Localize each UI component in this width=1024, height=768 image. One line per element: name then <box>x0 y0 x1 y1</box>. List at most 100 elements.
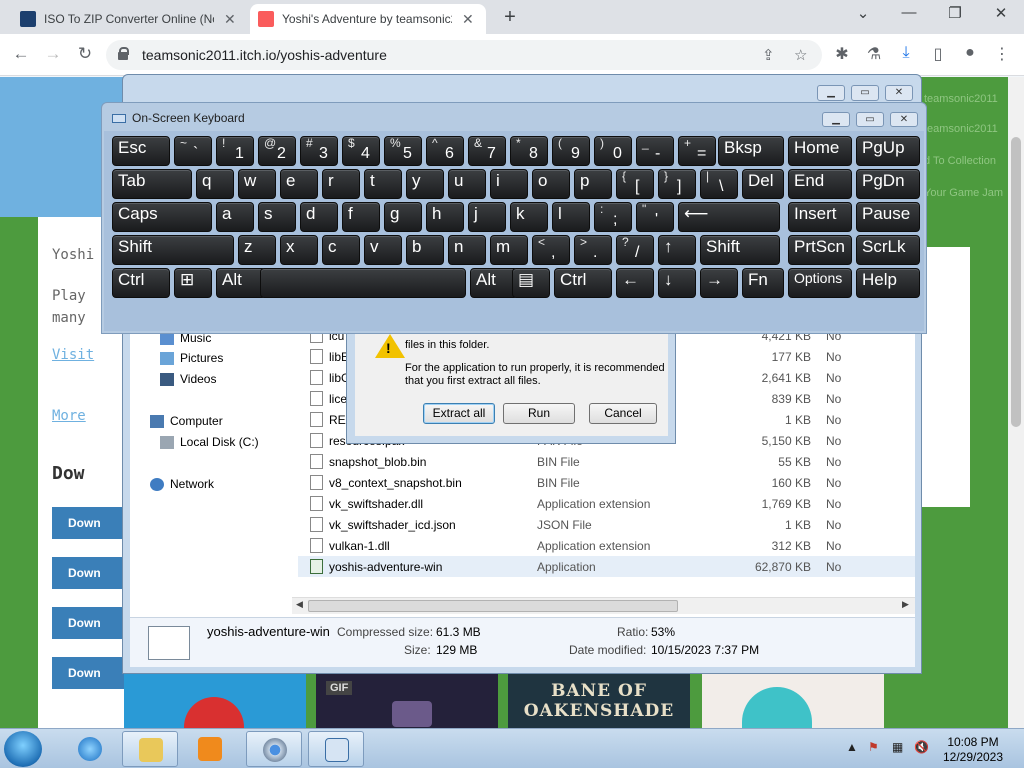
osk-key-key-4-7[interactable]: ← <box>616 268 654 298</box>
game-jam-link[interactable]: Your Game Jam <box>924 187 1003 199</box>
address-bar[interactable]: teamsonic2011.itch.io/yoshis-adventure ⇪… <box>106 40 822 70</box>
nav-item-pictures[interactable]: Pictures <box>160 351 223 365</box>
creator-link[interactable]: teamsonic2011 <box>924 93 998 105</box>
osk-key-key-4-9[interactable]: → <box>700 268 738 298</box>
osk-key-d[interactable]: d <box>300 202 338 232</box>
osk-key-insert[interactable]: Insert <box>788 202 852 232</box>
file-row[interactable]: v8_context_snapshot.bin BIN File 160 KB … <box>298 472 915 493</box>
scroll-left-arrow-icon[interactable]: ◀ <box>296 599 303 610</box>
osk-key-options[interactable]: Options <box>788 268 852 298</box>
osk-key-key-4-8[interactable]: ↓ <box>658 268 696 298</box>
bookmark-star-icon[interactable]: ☆ <box>794 46 807 64</box>
lab-icon[interactable]: ⚗ <box>862 44 886 64</box>
network-status-icon[interactable]: ▦ <box>892 740 903 754</box>
osk-key-h[interactable]: h <box>426 202 464 232</box>
osk-key-help[interactable]: Help <box>856 268 920 298</box>
osk-maximize-button[interactable]: ▭ <box>856 112 884 127</box>
close-icon[interactable]: ✕ <box>224 11 236 28</box>
file-row[interactable]: vk_swiftshader_icd.json JSON File 1 KB N… <box>298 514 915 535</box>
osk-key-key-3-11[interactable]: ↑ <box>658 235 696 265</box>
osk-key-tab[interactable]: Tab <box>112 169 192 199</box>
download-icon[interactable]: ⤓ <box>894 44 918 62</box>
osk-key-b[interactable]: b <box>406 235 444 265</box>
extract-all-button[interactable]: Extract all <box>423 403 495 424</box>
osk-key-ctrl[interactable]: Ctrl <box>112 268 170 298</box>
osk-key-e[interactable]: e <box>280 169 318 199</box>
osk-key-del[interactable]: Del <box>742 169 784 199</box>
game-thumbnail-2[interactable]: GIF <box>316 673 498 728</box>
osk-key-t[interactable]: t <box>364 169 402 199</box>
osk-key-scrlk[interactable]: ScrLk <box>856 235 920 265</box>
close-icon[interactable]: ✕ <box>462 11 474 28</box>
osk-key-m[interactable]: m <box>490 235 528 265</box>
osk-key-k[interactable]: k <box>510 202 548 232</box>
game-thumbnail-3[interactable]: BANE OF OAKENSHADE <box>508 673 690 728</box>
more-link[interactable]: More <box>52 408 86 424</box>
osk-key-pgup[interactable]: PgUp <box>856 136 920 166</box>
nav-item-computer[interactable]: Computer <box>150 414 223 428</box>
tab-yoshis-adventure[interactable]: Yoshi's Adventure by teamsonic2 ✕ <box>250 4 486 34</box>
download-button-1[interactable]: Down <box>52 507 132 539</box>
run-button[interactable]: Run <box>503 403 575 424</box>
osk-key-key-0-12[interactable]: _ - <box>636 136 674 166</box>
side-panel-icon[interactable]: ▯ <box>926 44 950 64</box>
share-icon[interactable]: ⇪ <box>762 46 775 64</box>
osk-key-key-2-11[interactable]: " ' <box>636 202 674 232</box>
osk-key-bksp[interactable]: Bksp <box>718 136 784 166</box>
osk-key-key-0-13[interactable]: + = <box>678 136 716 166</box>
osk-key-fn[interactable]: Fn <box>742 268 784 298</box>
profile-avatar-icon[interactable]: ● <box>958 44 982 62</box>
osk-key-esc[interactable]: Esc <box>112 136 170 166</box>
start-button[interactable] <box>4 731 42 767</box>
download-button-3[interactable]: Down <box>52 607 132 639</box>
osk-key-x[interactable]: x <box>280 235 318 265</box>
osk-key-home[interactable]: Home <box>788 136 852 166</box>
osk-key-7[interactable]: & 7 <box>468 136 506 166</box>
osk-key-1[interactable]: ! 1 <box>216 136 254 166</box>
osk-key-caps[interactable]: Caps <box>112 202 212 232</box>
page-scrollbar[interactable] <box>1008 77 1024 728</box>
horizontal-scrollbar[interactable]: ◀ ▶ <box>292 597 915 614</box>
osk-key-key-2-10[interactable]: :; <box>594 202 632 232</box>
osk-key-w[interactable]: w <box>238 169 276 199</box>
extensions-icon[interactable]: ✱ <box>830 44 854 64</box>
osk-key-p[interactable]: p <box>574 169 612 199</box>
taskbar-chrome[interactable] <box>246 731 302 767</box>
taskbar-media-player[interactable] <box>182 731 238 767</box>
osk-key-2[interactable]: @2 <box>258 136 296 166</box>
taskbar-osk[interactable] <box>308 731 364 767</box>
back-button[interactable]: ← <box>10 44 32 64</box>
page-scrollbar-thumb[interactable] <box>1011 137 1021 427</box>
osk-key-a[interactable]: a <box>216 202 254 232</box>
osk-key-shift[interactable]: Shift <box>700 235 780 265</box>
osk-key-v[interactable]: v <box>364 235 402 265</box>
creator-link[interactable]: teamsonic2011 <box>924 123 998 135</box>
game-thumbnail-1[interactable] <box>124 673 306 728</box>
osk-key-key-4-5[interactable]: ▤ <box>512 268 550 298</box>
tab-iso-to-zip[interactable]: ISO To ZIP Converter Online (No ✕ <box>12 4 248 34</box>
osk-key-i[interactable]: i <box>490 169 528 199</box>
osk-key-3[interactable]: #3 <box>300 136 338 166</box>
osk-key-5[interactable]: % 5 <box>384 136 422 166</box>
osk-key-g[interactable]: g <box>384 202 422 232</box>
osk-key-j[interactable]: j <box>468 202 506 232</box>
download-button-2[interactable]: Down <box>52 557 132 589</box>
horizontal-scrollbar-thumb[interactable] <box>308 600 678 612</box>
osk-key-key-1-13[interactable]: | \ <box>700 169 738 199</box>
forward-button[interactable]: → <box>42 44 64 64</box>
osk-key-key-1-11[interactable]: {[ <box>616 169 654 199</box>
osk-key-ctrl[interactable]: Ctrl <box>554 268 612 298</box>
nav-item-local-disk[interactable]: Local Disk (C:) <box>160 435 259 449</box>
osk-key-c[interactable]: c <box>322 235 360 265</box>
osk-key-key-3-8[interactable]: <, <box>532 235 570 265</box>
explorer-close-button[interactable]: ✕ <box>885 85 913 101</box>
osk-key-y[interactable]: y <box>406 169 444 199</box>
download-button-4[interactable]: Down <box>52 657 132 689</box>
file-row[interactable]: vulkan-1.dll Application extension 312 K… <box>298 535 915 556</box>
system-clock[interactable]: 10:08 PM 12/29/2023 <box>938 735 1008 765</box>
menu-kebab-icon[interactable]: ⋮ <box>990 44 1014 64</box>
osk-key-s[interactable]: s <box>258 202 296 232</box>
osk-key-f[interactable]: f <box>342 202 380 232</box>
explorer-minimize-button[interactable]: ▁ <box>817 85 845 101</box>
file-row[interactable]: vk_swiftshader.dll Application extension… <box>298 493 915 514</box>
